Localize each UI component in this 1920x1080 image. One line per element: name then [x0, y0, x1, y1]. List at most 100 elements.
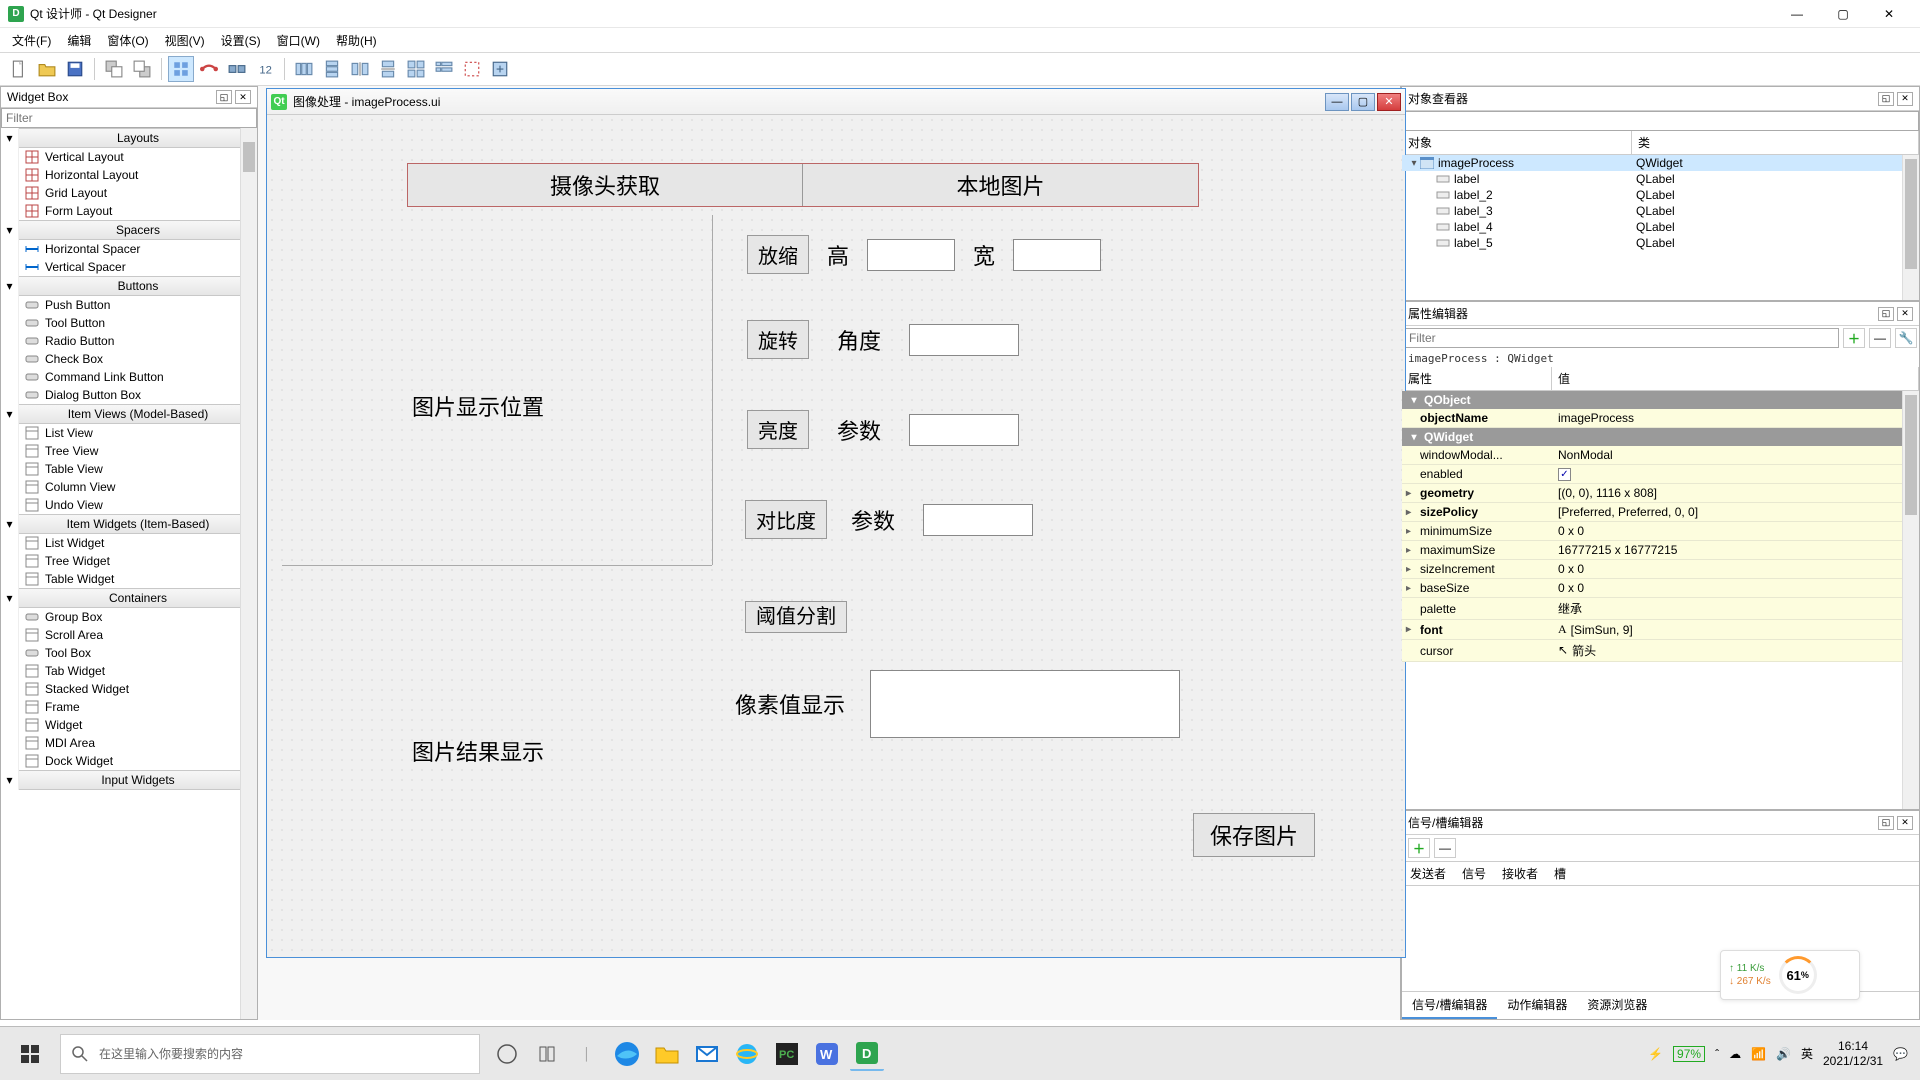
tab-local[interactable]: 本地图片 [803, 164, 1198, 206]
designer-close-button[interactable]: ✕ [1377, 93, 1401, 111]
dock-close-button[interactable]: ✕ [1897, 307, 1913, 321]
property-row[interactable]: cursor↖ 箭头 [1402, 640, 1919, 662]
qtdesigner-taskbar-icon[interactable]: D [850, 1037, 884, 1071]
widget-item[interactable]: List Widget [19, 534, 257, 552]
angle-input[interactable] [909, 324, 1019, 356]
brightness-button[interactable]: 亮度 [747, 410, 809, 449]
chevron-down-icon[interactable]: ▾ [1, 514, 19, 534]
widget-item[interactable]: Group Box [19, 608, 257, 626]
menu-item[interactable]: 窗口(W) [269, 29, 328, 52]
brightness-input[interactable] [909, 414, 1019, 446]
signal-remove-button[interactable]: — [1434, 838, 1456, 858]
widget-box-scrollbar[interactable] [240, 128, 257, 1019]
widget-item[interactable]: Form Layout [19, 202, 257, 220]
cortana-button[interactable] [530, 1037, 564, 1071]
wps-icon[interactable]: W [810, 1037, 844, 1071]
layout-horiz-splitter-button[interactable] [347, 56, 373, 82]
object-inspector-filter-input[interactable] [1402, 111, 1919, 131]
widget-item[interactable]: Horizontal Layout [19, 166, 257, 184]
widget-item[interactable]: Dialog Button Box [19, 386, 257, 404]
designer-min-button[interactable]: — [1325, 93, 1349, 111]
widget-item[interactable]: Stacked Widget [19, 680, 257, 698]
taskbar-search[interactable]: 在这里输入你要搜索的内容 [60, 1034, 480, 1074]
widget-item[interactable]: Command Link Button [19, 368, 257, 386]
widget-item[interactable]: Vertical Spacer [19, 258, 257, 276]
property-row[interactable]: ▸minimumSize0 x 0 [1402, 522, 1919, 541]
tray-power-icon[interactable]: ⚡ [1648, 1047, 1663, 1061]
break-layout-button[interactable] [459, 56, 485, 82]
object-tree[interactable]: ▾imageProcessQWidgetlabelQLabellabel_2QL… [1402, 155, 1919, 300]
dock-close-button[interactable]: ✕ [1897, 816, 1913, 830]
adjust-size-button[interactable] [487, 56, 513, 82]
property-col-header[interactable]: 属性 [1402, 367, 1552, 390]
menu-item[interactable]: 编辑 [59, 29, 99, 52]
widget-category[interactable]: Spacers [19, 220, 257, 240]
menu-item[interactable]: 文件(F) [4, 29, 59, 52]
signal-col-header[interactable]: 接收者 [1494, 862, 1546, 885]
widget-item[interactable]: Vertical Layout [19, 148, 257, 166]
widget-category[interactable]: Item Widgets (Item-Based) [19, 514, 257, 534]
object-tree-row[interactable]: label_5QLabel [1402, 235, 1919, 251]
object-tree-row[interactable]: label_4QLabel [1402, 219, 1919, 235]
dock-close-button[interactable]: ✕ [1897, 92, 1913, 106]
form-canvas[interactable]: Qt 图像处理 - imageProcess.ui — ▢ ✕ 摄像头获取本地图… [258, 86, 1400, 1020]
widget-item[interactable]: Widget [19, 716, 257, 734]
widget-category[interactable]: Buttons [19, 276, 257, 296]
dock-float-button[interactable]: ◱ [1878, 816, 1894, 830]
editor-tab[interactable]: 动作编辑器 [1497, 992, 1577, 1019]
object-tree-row[interactable]: label_3QLabel [1402, 203, 1919, 219]
edit-tab-order-button[interactable]: 12 [252, 56, 278, 82]
widget-item[interactable]: Radio Button [19, 332, 257, 350]
object-tree-row[interactable]: label_2QLabel [1402, 187, 1919, 203]
layout-grid-button[interactable] [403, 56, 429, 82]
editor-tab[interactable]: 资源浏览器 [1577, 992, 1657, 1019]
widget-item[interactable]: Tree Widget [19, 552, 257, 570]
property-row[interactable]: ▸sizeIncrement0 x 0 [1402, 560, 1919, 579]
dock-float-button[interactable]: ◱ [1878, 92, 1894, 106]
property-group[interactable]: ▾QWidget [1402, 428, 1919, 446]
widget-item[interactable]: Dock Widget [19, 752, 257, 770]
send-to-back-button[interactable] [101, 56, 127, 82]
widget-category[interactable]: Containers [19, 588, 257, 608]
chevron-down-icon[interactable]: ▾ [1, 220, 19, 240]
object-tree-row[interactable]: labelQLabel [1402, 171, 1919, 187]
window-close-button[interactable]: ✕ [1866, 0, 1912, 28]
tray-notifications-icon[interactable]: 💬 [1893, 1047, 1908, 1061]
tray-volume-icon[interactable]: 🔊 [1776, 1047, 1791, 1061]
widget-item[interactable]: Scroll Area [19, 626, 257, 644]
mail-icon[interactable] [690, 1037, 724, 1071]
width-input[interactable] [1013, 239, 1101, 271]
chevron-down-icon[interactable]: ▾ [1, 276, 19, 296]
widget-category[interactable]: Input Widgets [19, 770, 257, 790]
widget-item[interactable]: Tool Box [19, 644, 257, 662]
tray-cloud-icon[interactable]: ☁ [1729, 1047, 1741, 1061]
chevron-down-icon[interactable]: ▾ [1, 128, 19, 148]
property-filter-input[interactable] [1404, 328, 1839, 348]
layout-form-button[interactable] [431, 56, 457, 82]
dock-close-button[interactable]: ✕ [235, 90, 251, 104]
layout-horizontal-button[interactable] [291, 56, 317, 82]
layout-vert-splitter-button[interactable] [375, 56, 401, 82]
threshold-button[interactable]: 阈值分割 [745, 601, 847, 633]
signal-add-button[interactable]: ＋ [1408, 838, 1430, 858]
property-row[interactable]: objectNameimageProcess [1402, 409, 1919, 428]
value-col-header[interactable]: 值 [1552, 367, 1919, 390]
explorer-icon[interactable] [650, 1037, 684, 1071]
property-row[interactable]: ▸maximumSize16777215 x 16777215 [1402, 541, 1919, 560]
chevron-down-icon[interactable]: ▾ [1, 404, 19, 424]
menu-item[interactable]: 设置(S) [213, 29, 269, 52]
edit-signals-button[interactable] [196, 56, 222, 82]
edit-buddies-button[interactable] [224, 56, 250, 82]
edit-widgets-button[interactable] [168, 56, 194, 82]
property-row[interactable]: ▸geometry[(0, 0), 1116 x 808] [1402, 484, 1919, 503]
widget-category[interactable]: Item Views (Model-Based) [19, 404, 257, 424]
window-minimize-button[interactable]: — [1774, 0, 1820, 28]
widget-box-list[interactable]: ▾LayoutsVertical LayoutHorizontal Layout… [1, 128, 257, 1019]
widget-item[interactable]: List View [19, 424, 257, 442]
save-file-button[interactable] [62, 56, 88, 82]
property-config-button[interactable]: 🔧 [1895, 328, 1917, 348]
edge-icon[interactable] [610, 1037, 644, 1071]
editor-tab[interactable]: 信号/槽编辑器 [1402, 992, 1497, 1019]
widget-item[interactable]: Horizontal Spacer [19, 240, 257, 258]
widget-item[interactable]: Column View [19, 478, 257, 496]
